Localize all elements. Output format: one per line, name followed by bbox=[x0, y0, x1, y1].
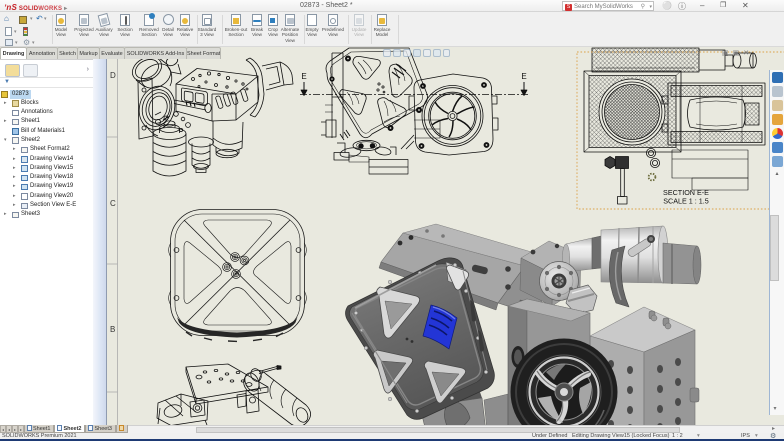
svg-text:E: E bbox=[521, 72, 526, 81]
svg-text:SCALE 1 : 1.5: SCALE 1 : 1.5 bbox=[663, 197, 709, 206]
svg-text:E: E bbox=[301, 72, 306, 81]
svg-text:D: D bbox=[110, 71, 116, 80]
svg-text:C: C bbox=[110, 199, 116, 208]
svg-text:B: B bbox=[110, 325, 115, 334]
